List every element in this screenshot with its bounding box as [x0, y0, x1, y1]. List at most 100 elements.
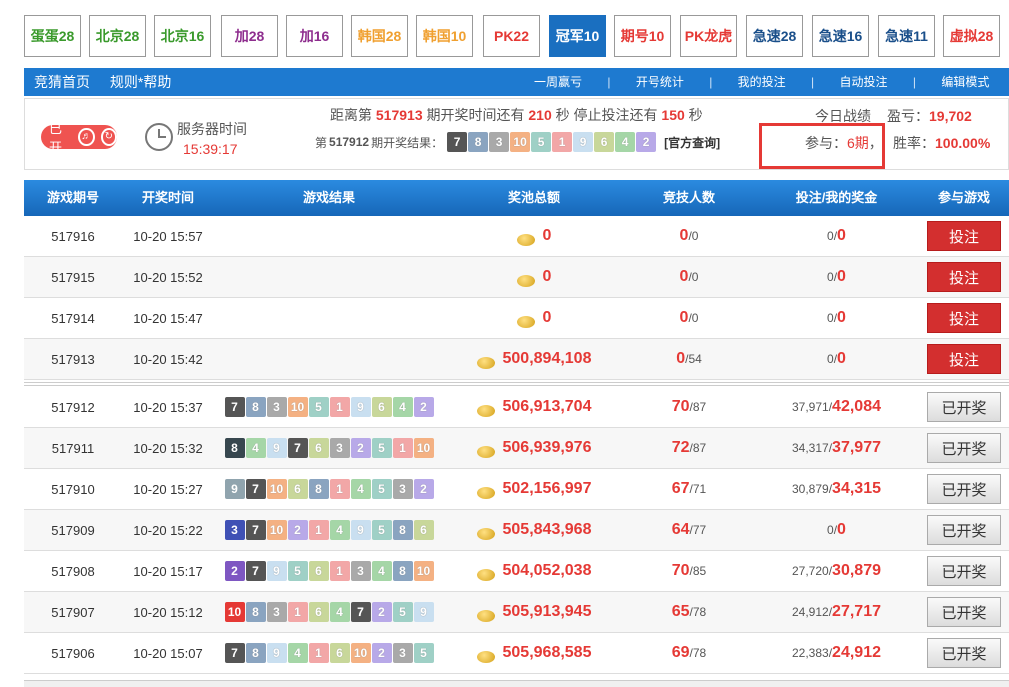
drawn-button[interactable]: 已开奖: [927, 638, 1001, 668]
result-ball: 2: [350, 438, 371, 458]
result-ball: 10: [510, 132, 531, 152]
tab-14[interactable]: 虚拟28: [943, 15, 1000, 57]
table-row: 517910 10-20 15:27 9 7 10 6 8 1 4 5 3 2 502,156,997 6…: [24, 469, 1009, 510]
tab-5[interactable]: 韩国28: [351, 15, 408, 57]
nav-my-bets-link[interactable]: 我的投注: [738, 75, 786, 89]
result-ball: 9: [350, 520, 371, 540]
pool-total: 504,052,038: [502, 562, 592, 579]
nav-weekly-link[interactable]: 一周赢亏: [534, 75, 582, 89]
result-ball: 8: [245, 397, 266, 417]
players-count: 65: [671, 603, 690, 620]
cell-issue: 517913: [24, 339, 122, 379]
pool-total: 0: [542, 227, 552, 244]
official-query-link[interactable]: [官方查询]: [664, 134, 720, 151]
result-ball: 9: [413, 602, 434, 622]
coin-icon: [476, 487, 495, 499]
bet-amount: 0/: [827, 352, 838, 366]
issue-number: 517912: [51, 399, 95, 415]
tab-3[interactable]: 加28: [221, 15, 278, 57]
open-toggle-button[interactable]: 已开 ♬ ↻: [41, 121, 117, 155]
result-ball: 8: [245, 643, 266, 663]
table-row: 517914 10-20 15:47 0 0/0 0/0 投注: [24, 298, 1009, 339]
nav-help-link[interactable]: 规则*帮助: [110, 74, 171, 90]
pool-total: 506,939,976: [502, 439, 592, 456]
cell-players: 69/78: [624, 633, 754, 673]
result-ball: 5: [371, 438, 392, 458]
cell-bet: 22,383/24,912: [754, 633, 919, 673]
table-header: 游戏期号 开奖时间 游戏结果 奖池总额 竞技人数 投注/我的奖金 参与游戏: [24, 180, 1009, 216]
cell-result: 8 4 9 7 6 3 2 5 1 10: [214, 428, 444, 468]
players-count: 72: [671, 439, 690, 456]
tab-0[interactable]: 蛋蛋28: [24, 15, 81, 57]
nav-edit-mode-link[interactable]: 编辑模式: [941, 75, 989, 89]
result-balls: 8 4 9 7 6 3 2 5 1 10: [224, 438, 434, 458]
cell-time: 10-20 15:32: [122, 428, 214, 468]
result-ball: 7: [287, 438, 308, 458]
result-ball: 5: [531, 132, 552, 152]
issue-number: 517910: [51, 481, 95, 497]
players-total: /77: [689, 523, 707, 537]
nav-auto-bet-link[interactable]: 自动投注: [839, 75, 887, 89]
tab-7[interactable]: PK22: [483, 15, 540, 57]
cell-pool: 504,052,038: [444, 551, 624, 591]
result-ball: 7: [245, 520, 266, 540]
tab-6[interactable]: 韩国10: [416, 15, 473, 57]
cell-result: [214, 257, 444, 297]
result-ball: 5: [371, 520, 392, 540]
cell-issue: 517915: [24, 257, 122, 297]
result-ball: 1: [329, 479, 350, 499]
result-ball: 3: [350, 561, 371, 581]
tab-8[interactable]: 冠军10: [549, 15, 606, 57]
tab-4[interactable]: 加16: [286, 15, 343, 57]
cell-players: 70/87: [624, 387, 754, 427]
cell-time: 10-20 15:47: [122, 298, 214, 338]
cell-result: 7 8 9 4 1 6 10 2 3 5: [214, 633, 444, 673]
nav-separator: |: [811, 75, 815, 89]
nav-home-link[interactable]: 竞猜首页: [34, 74, 90, 90]
cell-bet: 37,971/42,084: [754, 387, 919, 427]
draw-time: 10-20 15:52: [133, 269, 203, 285]
bell-icon[interactable]: ♬: [78, 128, 95, 146]
players-total: /0: [688, 270, 699, 284]
tab-11[interactable]: 急速28: [746, 15, 803, 57]
tab-13[interactable]: 急速11: [878, 15, 935, 57]
my-winnings: 30,879: [832, 562, 881, 579]
drawn-button[interactable]: 已开奖: [927, 515, 1001, 545]
cell-join: 已开奖: [919, 551, 1009, 591]
pool-total: 505,968,585: [502, 644, 592, 661]
issue-number: 517908: [51, 563, 95, 579]
drawn-button[interactable]: 已开奖: [927, 433, 1001, 463]
col-issue: 游戏期号: [46, 190, 99, 205]
result-ball: 2: [413, 479, 434, 499]
cell-players: 64/77: [624, 510, 754, 550]
result-ball: 4: [392, 397, 413, 417]
tab-9[interactable]: 期号10: [614, 15, 671, 57]
bet-amount: 0/: [827, 311, 838, 325]
table-row: 517916 10-20 15:57 0 0/0 0/0 投注: [24, 216, 1009, 257]
result-balls: 7 8 9 4 1 6 10 2 3 5: [224, 643, 434, 663]
countdown-draw-seconds: 210: [528, 107, 552, 123]
tab-10[interactable]: PK龙虎: [680, 15, 737, 57]
refresh-icon[interactable]: ↻: [100, 128, 117, 146]
tab-2[interactable]: 北京16: [154, 15, 211, 57]
result-ball: 1: [308, 520, 329, 540]
cell-pool: 500,894,108: [444, 339, 624, 379]
result-ball: 4: [287, 643, 308, 663]
drawn-button[interactable]: 已开奖: [927, 556, 1001, 586]
drawn-button[interactable]: 已开奖: [927, 392, 1001, 422]
drawn-button[interactable]: 已开奖: [927, 597, 1001, 627]
result-ball: 10: [224, 602, 245, 622]
tab-12[interactable]: 急速16: [812, 15, 869, 57]
tab-1[interactable]: 北京28: [89, 15, 146, 57]
nav-stats-link[interactable]: 开号统计: [636, 75, 684, 89]
bet-button[interactable]: 投注: [927, 262, 1001, 292]
result-ball: 7: [245, 479, 266, 499]
drawn-button[interactable]: 已开奖: [927, 474, 1001, 504]
result-ball: 4: [329, 602, 350, 622]
lottery-tabs: 蛋蛋28 北京28 北京16 加28 加16 韩国28 韩国10 PK22 冠军10 期号10 PK…: [24, 15, 1009, 59]
bet-button[interactable]: 投注: [927, 344, 1001, 374]
highlight-box: [759, 123, 885, 169]
profit-stat: 盈亏：19,702: [887, 106, 972, 126]
bet-button[interactable]: 投注: [927, 303, 1001, 333]
bet-button[interactable]: 投注: [927, 221, 1001, 251]
